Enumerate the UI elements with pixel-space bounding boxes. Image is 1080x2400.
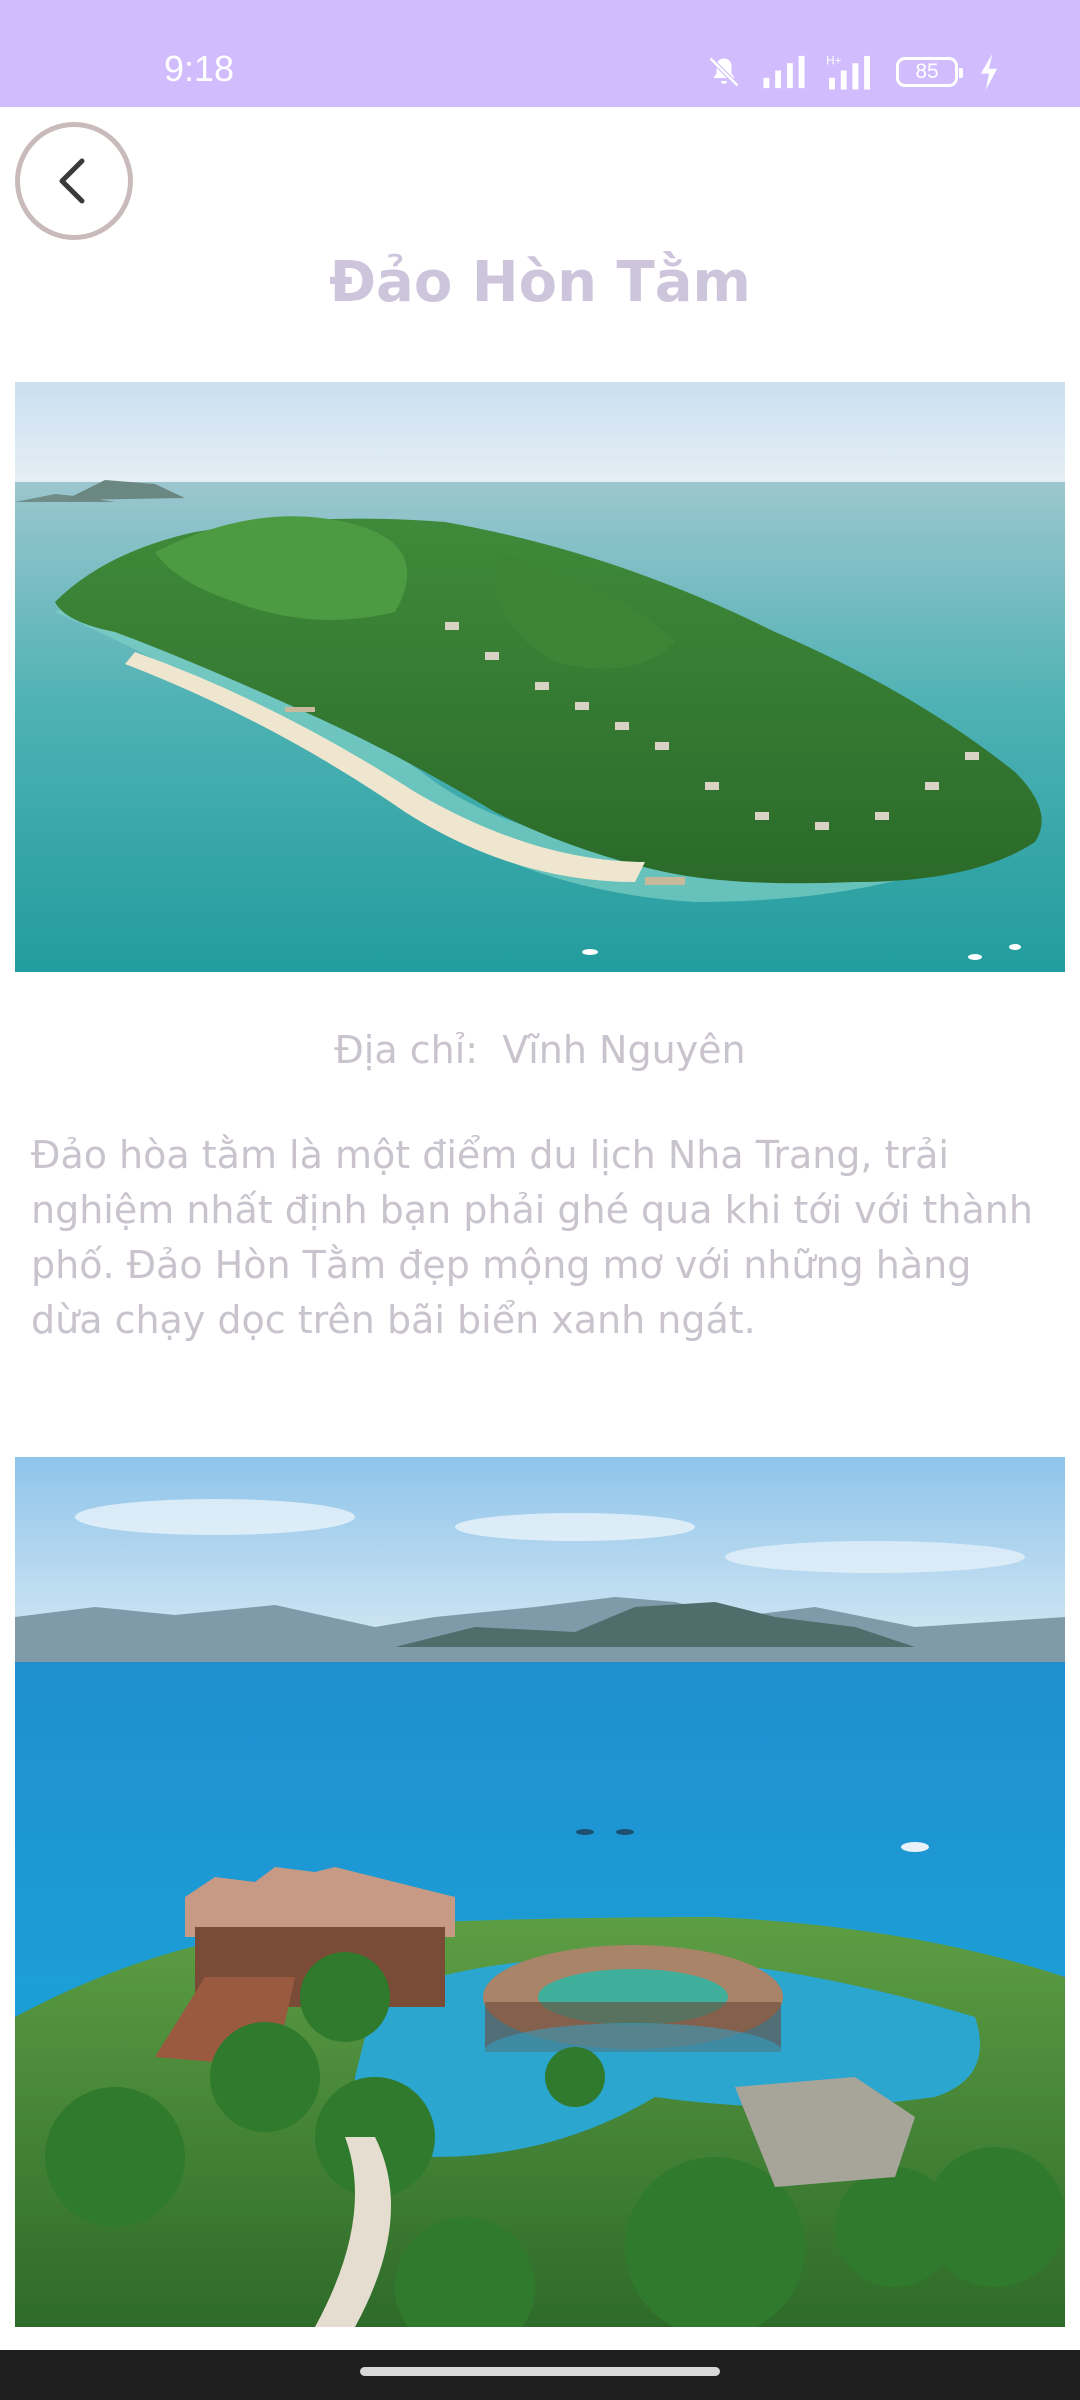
battery-icon: 85 <box>896 57 963 87</box>
hplus-signal-icon: H+ <box>826 55 870 90</box>
status-time: 9:18 <box>164 48 235 89</box>
resort-pool-photo <box>15 1457 1065 2327</box>
bell-muted-icon <box>708 56 740 88</box>
address-label: Địa chỉ: <box>334 1028 479 1072</box>
battery-level: 85 <box>915 60 939 83</box>
place-description: Đảo hòa tằm là một điểm du lịch Nha Tran… <box>31 1133 1033 1342</box>
status-icons: H+ 85 <box>706 52 1000 92</box>
address-value: Vĩnh Nguyên <box>502 1028 746 1072</box>
signal-icon <box>763 55 805 89</box>
page-title: Đảo Hòn Tằm <box>329 250 751 315</box>
island-aerial-photo <box>15 382 1065 972</box>
chevron-left-icon <box>59 158 85 204</box>
status-bar: 9:18 H+ 85 <box>0 0 1080 107</box>
svg-text:H+: H+ <box>826 55 841 68</box>
screen: 9:18 H+ 85 Đảo Hòn Tằm Địa chỉ: Vĩnh Ngu… <box>0 0 1080 2400</box>
charging-icon <box>980 54 998 90</box>
back-button[interactable] <box>15 122 133 240</box>
address-line: Địa chỉ: Vĩnh Nguyên <box>0 1028 1080 1072</box>
home-indicator[interactable] <box>360 2367 720 2376</box>
